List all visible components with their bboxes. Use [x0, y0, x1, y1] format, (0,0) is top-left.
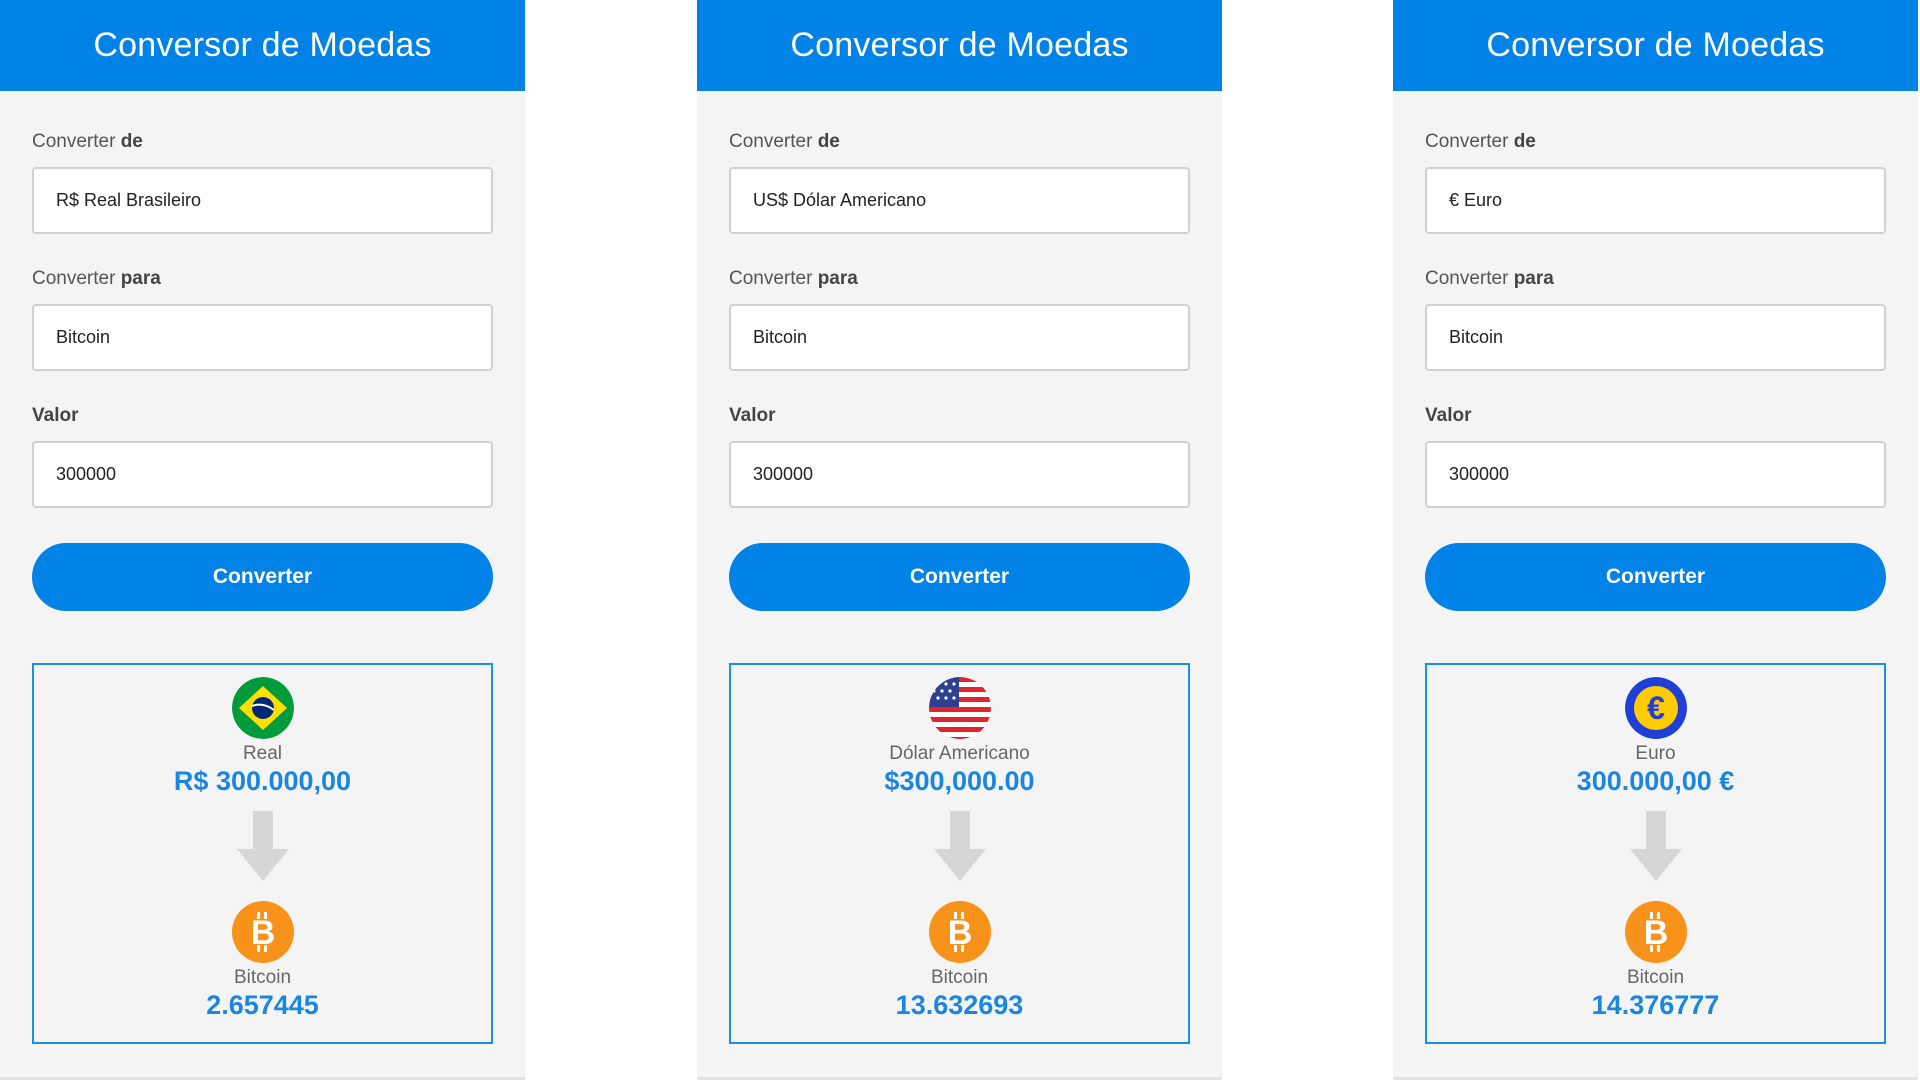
to-currency-select[interactable]: Bitcoin [32, 304, 493, 371]
converter-panel-brl: Conversor de Moedas Converter de R$ Real… [0, 0, 525, 1080]
source-currency-name: Euro [1635, 743, 1676, 764]
to-label: Converter para [32, 268, 161, 289]
converter-panel-eur: Conversor de Moedas Converter de € Euro … [1393, 0, 1918, 1080]
target-currency-name: Bitcoin [1626, 967, 1685, 988]
target-currency-name: Bitcoin [233, 967, 292, 988]
target-amount: 14.376777 [1591, 990, 1720, 1020]
svg-text:€: € [1647, 690, 1665, 726]
panel-title: Conversor de Moedas [0, 0, 525, 91]
from-currency-value: R$ Real Brasileiro [56, 190, 202, 210]
amount-value: 300000 [1449, 464, 1510, 484]
converter-form: Converter de € Euro Converter para Bitco… [1393, 131, 1918, 1044]
from-label: Converter de [32, 131, 143, 152]
source-amount: 300.000,00 € [1576, 766, 1735, 796]
bitcoin-icon: B [1624, 901, 1687, 963]
convert-button[interactable]: Converter [729, 543, 1190, 611]
from-currency-select[interactable]: € Euro [1425, 167, 1886, 234]
to-currency-value: Bitcoin [56, 327, 111, 347]
arrow-down-icon [933, 811, 986, 881]
result-box: Dólar Americano $300,000.00 B Bitcoin 13… [729, 663, 1190, 1044]
to-currency-value: Bitcoin [1449, 327, 1504, 347]
result-box: € Euro 300.000,00 € B Bitcoin 14.376777 [1425, 663, 1886, 1044]
convert-button[interactable]: Converter [1425, 543, 1886, 611]
panel-title: Conversor de Moedas [1393, 0, 1918, 91]
svg-text:B: B [947, 914, 972, 952]
from-currency-value: US$ Dólar Americano [753, 190, 927, 210]
arrow-down-icon [236, 811, 289, 881]
from-currency-select[interactable]: R$ Real Brasileiro [32, 167, 493, 234]
target-amount: 13.632693 [895, 990, 1024, 1020]
svg-text:B: B [1643, 914, 1668, 952]
to-label: Converter para [729, 268, 858, 289]
source-currency-name: Dólar Americano [889, 743, 1030, 764]
panel-title: Conversor de Moedas [697, 0, 1222, 91]
amount-label: Valor [32, 405, 79, 426]
source-amount: $300,000.00 [884, 766, 1035, 796]
converter-form: Converter de US$ Dólar Americano Convert… [697, 131, 1222, 1044]
converter-form: Converter de R$ Real Brasileiro Converte… [0, 131, 525, 1044]
brazil-flag-icon [231, 677, 294, 739]
to-currency-select[interactable]: Bitcoin [729, 304, 1190, 371]
amount-input[interactable]: 300000 [32, 441, 493, 508]
convert-button[interactable]: Converter [32, 543, 493, 611]
source-currency-name: Real [242, 743, 283, 764]
target-amount: 2.657445 [206, 990, 319, 1020]
amount-value: 300000 [753, 464, 814, 484]
amount-label: Valor [1425, 405, 1472, 426]
euro-icon: € [1624, 677, 1687, 739]
to-currency-select[interactable]: Bitcoin [1425, 304, 1886, 371]
svg-text:B: B [250, 914, 275, 952]
source-amount: R$ 300.000,00 [173, 766, 352, 796]
amount-input[interactable]: 300000 [729, 441, 1190, 508]
result-box: Real R$ 300.000,00 B Bitcoin 2.657445 [32, 663, 493, 1044]
bitcoin-icon: B [231, 901, 294, 963]
from-currency-value: € Euro [1449, 190, 1503, 210]
amount-input[interactable]: 300000 [1425, 441, 1886, 508]
bitcoin-icon: B [928, 901, 991, 963]
from-currency-select[interactable]: US$ Dólar Americano [729, 167, 1190, 234]
from-label: Converter de [729, 131, 840, 152]
to-label: Converter para [1425, 268, 1554, 289]
amount-value: 300000 [56, 464, 117, 484]
from-label: Converter de [1425, 131, 1536, 152]
amount-label: Valor [729, 405, 776, 426]
converter-panel-usd: Conversor de Moedas Converter de US$ Dól… [697, 0, 1222, 1080]
to-currency-value: Bitcoin [753, 327, 808, 347]
target-currency-name: Bitcoin [930, 967, 989, 988]
usa-flag-icon [928, 677, 991, 739]
arrow-down-icon [1629, 811, 1682, 881]
